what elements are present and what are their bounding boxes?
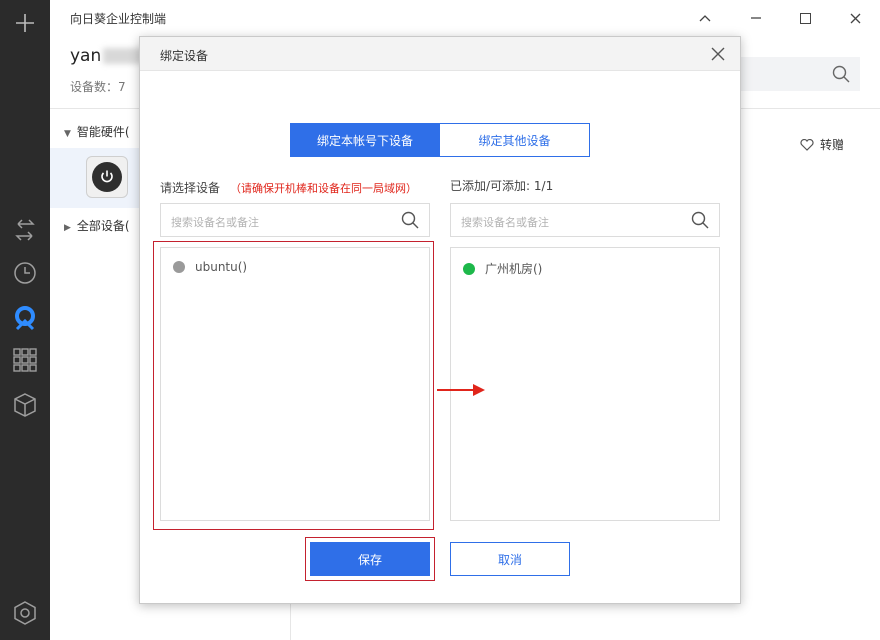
search-icon[interactable] xyxy=(832,65,850,86)
heart-icon xyxy=(800,138,814,151)
tree-item-all-devices[interactable]: ▶ 全部设备( xyxy=(64,217,130,234)
online-status-dot xyxy=(463,262,475,275)
annotation-arrow-icon xyxy=(437,384,485,396)
left-search-input[interactable]: 搜索设备名或备注 xyxy=(160,203,430,237)
right-search-placeholder: 搜索设备名或备注 xyxy=(461,216,549,229)
gift-label: 转赠 xyxy=(820,138,845,152)
maximize-button[interactable] xyxy=(795,8,815,28)
offline-status-dot xyxy=(173,261,185,273)
cube-icon[interactable] xyxy=(11,391,39,419)
right-search-input[interactable]: 搜索设备名或备注 xyxy=(450,203,720,237)
tab-bind-own-devices[interactable]: 绑定本帐号下设备 xyxy=(290,123,440,157)
caret-down-icon: ▼ xyxy=(64,129,71,139)
left-search-placeholder: 搜索设备名或备注 xyxy=(171,216,259,229)
search-icon[interactable] xyxy=(401,211,419,232)
device-count: 设备数：7 xyxy=(70,80,126,94)
caret-right-icon: ▶ xyxy=(64,223,71,233)
app-title: 向日葵企业控制端 xyxy=(70,12,167,26)
tree-item-hardware[interactable]: ▼ 智能硬件( xyxy=(64,123,130,140)
search-icon[interactable] xyxy=(691,211,709,232)
added-device-list: 广州机房() xyxy=(450,247,720,521)
tree-item-hardware-label: 智能硬件( xyxy=(76,125,130,139)
left-rail xyxy=(0,0,50,640)
cancel-button[interactable]: 取消 xyxy=(450,542,570,576)
settings-hexagon-icon[interactable] xyxy=(11,599,39,627)
clock-icon[interactable] xyxy=(11,259,39,287)
transfer-arrows-icon[interactable] xyxy=(11,216,39,244)
tree-item-all-devices-label: 全部设备( xyxy=(76,219,130,233)
window-close-button[interactable] xyxy=(845,8,865,28)
power-stick-device-icon[interactable] xyxy=(86,156,128,198)
tab-bind-other-devices[interactable]: 绑定其他设备 xyxy=(440,123,590,157)
save-button[interactable]: 保存 xyxy=(310,542,430,576)
plus-icon[interactable] xyxy=(11,9,39,37)
minimize-button[interactable] xyxy=(695,8,715,28)
username-text: yan xyxy=(70,46,102,66)
list-item[interactable]: 广州机房() xyxy=(463,260,542,277)
select-label-text: 请选择设备 xyxy=(160,181,221,195)
apps-grid-icon[interactable] xyxy=(11,346,39,374)
added-count-label: 已添加/可添加: 1/1 xyxy=(450,179,554,193)
blurred-username xyxy=(103,48,144,64)
device-name: 广州机房() xyxy=(485,262,543,276)
title-bar: 向日葵企业控制端 xyxy=(50,0,880,34)
restore-button[interactable] xyxy=(746,8,766,28)
lan-warning-text: （请确保开机棒和设备在同一局域网） xyxy=(230,182,418,195)
username: yan xyxy=(70,46,144,66)
select-device-label: 请选择设备 （请确保开机棒和设备在同一局域网） xyxy=(160,179,417,196)
dialog-title: 绑定设备 xyxy=(160,49,209,63)
gift-button[interactable]: 转赠 xyxy=(800,136,844,153)
device-name: ubuntu() xyxy=(195,260,248,274)
dialog-header: 绑定设备 xyxy=(140,37,740,71)
close-icon[interactable] xyxy=(710,46,726,62)
list-item[interactable]: ubuntu() xyxy=(173,260,247,274)
bind-tabs: 绑定本帐号下设备 绑定其他设备 xyxy=(290,123,590,157)
available-device-list: ubuntu() xyxy=(160,247,430,521)
bind-device-dialog: 绑定设备 绑定本帐号下设备 绑定其他设备 请选择设备 （请确保开机棒和设备在同一局… xyxy=(139,36,741,604)
sunflower-logo-icon[interactable] xyxy=(11,304,39,332)
